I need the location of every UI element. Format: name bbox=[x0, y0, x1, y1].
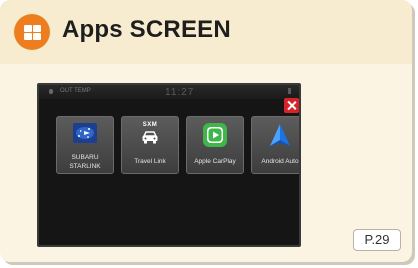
page-title: Apps SCREEN bbox=[62, 16, 231, 43]
android-auto-icon bbox=[270, 124, 290, 146]
car-icon bbox=[142, 131, 158, 144]
apps-screen-card: Apps SCREEN OUT TEMP 11:27 SUBARU STARLI… bbox=[0, 0, 412, 262]
subaru-starlink-icon bbox=[73, 123, 97, 143]
app-label-line: Android Auto bbox=[261, 158, 299, 165]
status-indicator bbox=[288, 88, 291, 94]
apps-grid-icon bbox=[14, 14, 50, 50]
app-label-line: Travel Link bbox=[134, 158, 166, 165]
out-temp-label: OUT TEMP bbox=[60, 88, 91, 94]
sxm-text: SXM bbox=[142, 122, 158, 128]
sxm-travel-link-icon: SXM bbox=[137, 122, 163, 148]
card-header: Apps SCREEN bbox=[0, 0, 412, 64]
app-tile-subaru-starlink[interactable]: SUBARU STARLINK bbox=[56, 116, 114, 174]
page-reference-badge[interactable]: P.29 bbox=[353, 229, 401, 251]
app-tile-apple-carplay[interactable]: Apple CarPlay bbox=[186, 116, 244, 174]
clock: 11:27 bbox=[165, 87, 195, 98]
apple-carplay-icon bbox=[203, 123, 227, 147]
app-tile-android-auto[interactable]: Android Auto bbox=[251, 116, 299, 174]
app-label-line: Apple CarPlay bbox=[194, 158, 236, 165]
infotainment-screen: OUT TEMP 11:27 SUBARU STARLINK SXM Trave… bbox=[37, 83, 301, 247]
app-tile-travel-link[interactable]: SXM Travel Link bbox=[121, 116, 179, 174]
close-icon[interactable] bbox=[284, 98, 299, 113]
status-bar: OUT TEMP 11:27 bbox=[39, 85, 299, 99]
app-label-line: STARLINK bbox=[69, 163, 101, 170]
app-label-line: SUBARU bbox=[71, 154, 99, 161]
status-icon bbox=[49, 89, 53, 94]
